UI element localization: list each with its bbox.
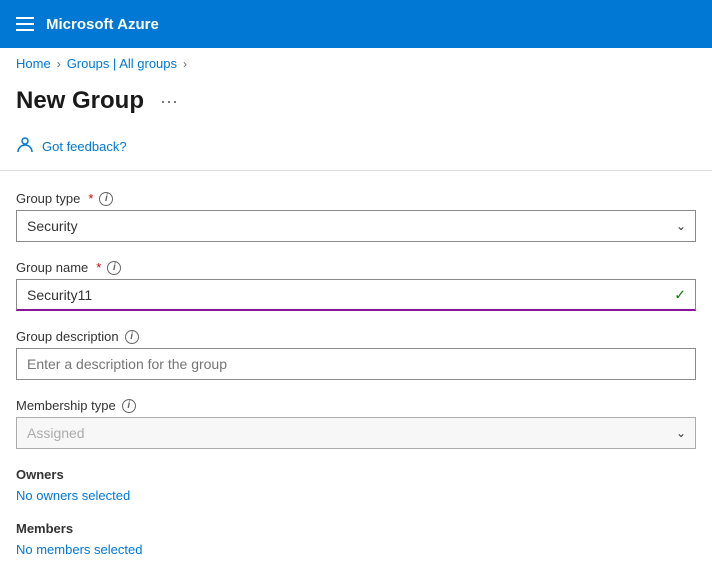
hamburger-menu[interactable]	[16, 17, 34, 31]
group-type-field: Group type * i Security Microsoft 365 ⌄	[16, 191, 696, 242]
feedback-section: Got feedback?	[0, 127, 712, 171]
form-area: Group type * i Security Microsoft 365 ⌄ …	[0, 171, 712, 577]
group-description-input[interactable]	[16, 348, 696, 380]
page-title: New Group	[16, 87, 144, 115]
group-name-input[interactable]	[16, 279, 696, 311]
breadcrumb-groups[interactable]: Groups | All groups	[67, 56, 177, 71]
members-section: Members No members selected	[16, 521, 696, 557]
breadcrumb-home[interactable]: Home	[16, 56, 51, 71]
membership-type-label: Membership type i	[16, 398, 696, 413]
group-name-info-icon[interactable]: i	[107, 261, 121, 275]
group-type-label: Group type * i	[16, 191, 696, 206]
feedback-icon	[16, 135, 34, 158]
group-description-label: Group description i	[16, 329, 696, 344]
feedback-link[interactable]: Got feedback?	[42, 139, 127, 154]
membership-type-field: Membership type i Assigned Dynamic User …	[16, 398, 696, 449]
group-type-select[interactable]: Security Microsoft 365	[16, 210, 696, 242]
required-star-name: *	[96, 260, 101, 275]
membership-type-select[interactable]: Assigned Dynamic User Dynamic Device	[16, 417, 696, 449]
no-members-link[interactable]: No members selected	[16, 542, 696, 557]
members-label: Members	[16, 521, 696, 536]
group-name-checkmark-icon: ✓	[674, 287, 686, 304]
group-name-input-wrapper: ✓	[16, 279, 696, 311]
app-title: Microsoft Azure	[46, 16, 159, 33]
group-description-info-icon[interactable]: i	[125, 330, 139, 344]
owners-section: Owners No owners selected	[16, 467, 696, 503]
group-type-info-icon[interactable]: i	[99, 192, 113, 206]
page-header: New Group ···	[0, 79, 712, 127]
breadcrumb-sep-2: ›	[183, 57, 187, 71]
group-description-input-wrapper	[16, 348, 696, 380]
owners-label: Owners	[16, 467, 696, 482]
membership-type-info-icon[interactable]: i	[122, 399, 136, 413]
topbar: Microsoft Azure	[0, 0, 712, 48]
no-owners-link[interactable]: No owners selected	[16, 488, 696, 503]
group-name-label: Group name * i	[16, 260, 696, 275]
breadcrumb-sep-1: ›	[57, 57, 61, 71]
page-menu-button[interactable]: ···	[154, 89, 184, 114]
membership-type-select-wrapper: Assigned Dynamic User Dynamic Device ⌄	[16, 417, 696, 449]
breadcrumb: Home › Groups | All groups ›	[0, 48, 712, 79]
group-description-field: Group description i	[16, 329, 696, 380]
group-name-field: Group name * i ✓	[16, 260, 696, 311]
required-star-type: *	[88, 191, 93, 206]
group-type-select-wrapper: Security Microsoft 365 ⌄	[16, 210, 696, 242]
